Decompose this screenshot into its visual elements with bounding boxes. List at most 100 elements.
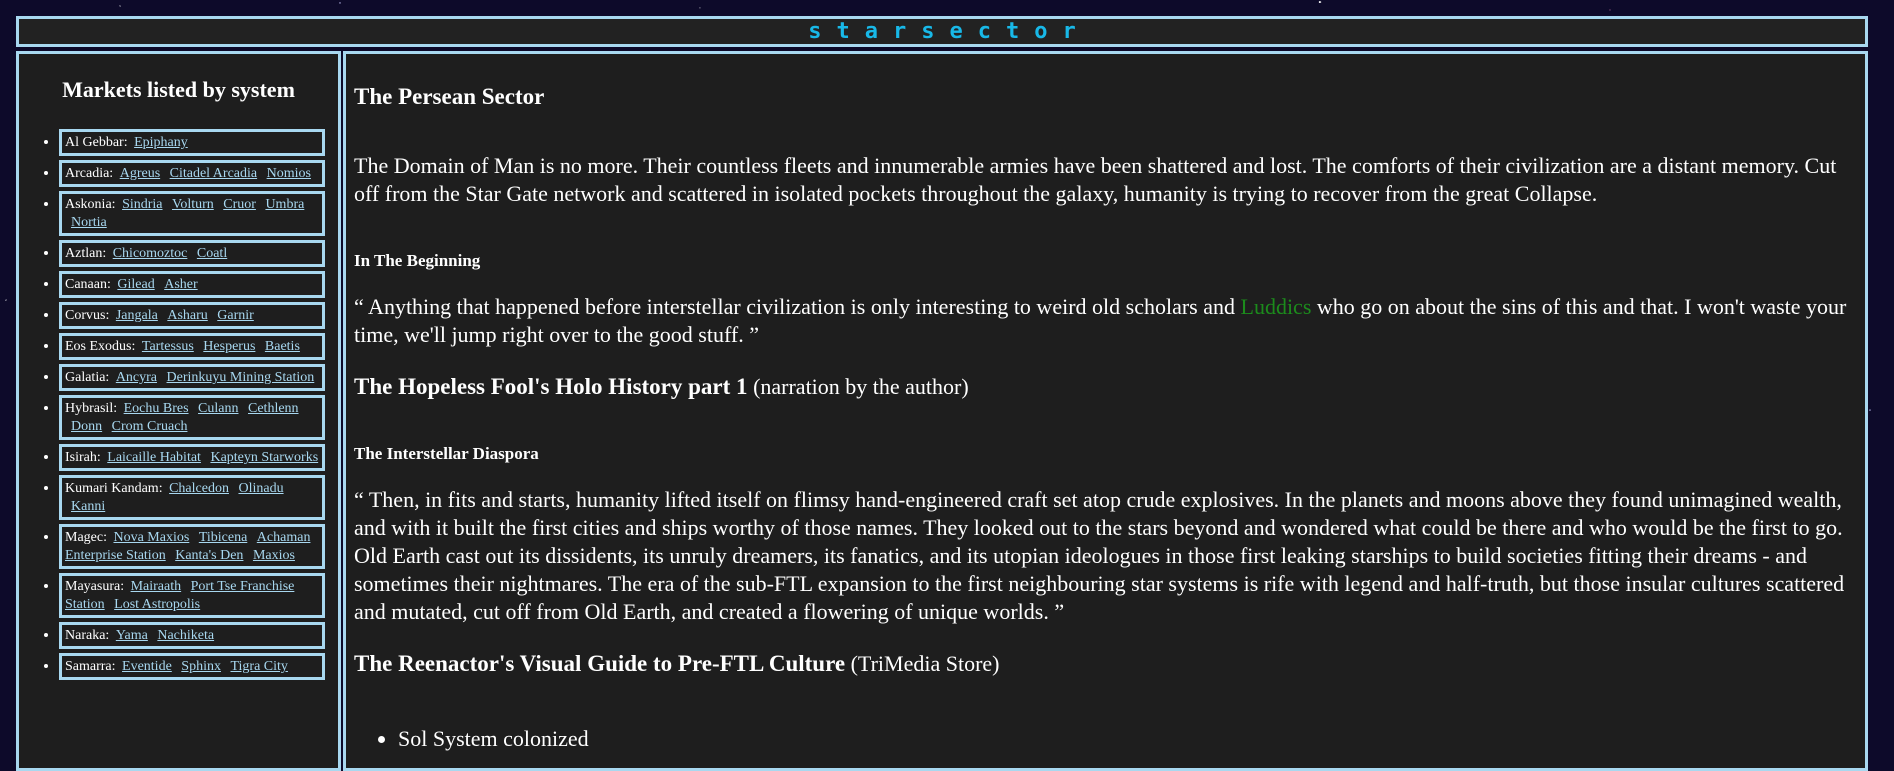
market-link[interactable]: Umbra bbox=[265, 197, 304, 212]
system-list-item: Isirah: Laicaille Habitat Kapteyn Starwo… bbox=[59, 444, 338, 471]
market-link[interactable]: Gilead bbox=[117, 277, 154, 292]
main-content: The Persean Sector The Domain of Man is … bbox=[343, 51, 1868, 771]
market-link[interactable]: Kanni bbox=[71, 499, 105, 514]
system-market-box: Al Gebbar: Epiphany bbox=[59, 129, 325, 156]
market-link[interactable]: Donn bbox=[71, 419, 102, 434]
system-name: Askonia: bbox=[65, 197, 116, 212]
system-market-box: Isirah: Laicaille Habitat Kapteyn Starwo… bbox=[59, 444, 325, 471]
system-market-box: Askonia: Sindria Volturn Cruor Umbra Nor… bbox=[59, 191, 325, 236]
system-list-item: Canaan: Gilead Asher bbox=[59, 271, 338, 298]
system-name: Isirah: bbox=[65, 450, 101, 465]
timeline-item: Sol System colonized bbox=[398, 726, 1853, 752]
system-name: Eos Exodus: bbox=[65, 339, 136, 354]
market-link[interactable]: Epiphany bbox=[134, 135, 188, 150]
system-market-box: Arcadia: Agreus Citadel Arcadia Nomios bbox=[59, 160, 325, 187]
market-link[interactable]: Tibicena bbox=[199, 530, 247, 545]
system-market-box: Eos Exodus: Tartessus Hesperus Baetis bbox=[59, 333, 325, 360]
market-link[interactable]: Kapteyn Starworks bbox=[210, 450, 318, 465]
market-link[interactable]: Derinkuyu Mining Station bbox=[167, 370, 315, 385]
system-name: Samarra: bbox=[65, 659, 116, 674]
market-link[interactable]: Kanta's Den bbox=[175, 548, 243, 563]
system-market-box: Samarra: Eventide Sphinx Tigra City bbox=[59, 653, 325, 680]
section-heading-beginning: In The Beginning bbox=[354, 251, 481, 270]
system-name: Al Gebbar: bbox=[65, 135, 128, 150]
market-link[interactable]: Nachiketa bbox=[157, 628, 214, 643]
market-link[interactable]: Agreus bbox=[120, 166, 160, 181]
quote-source-diaspora: The Reenactor's Visual Guide to Pre-FTL … bbox=[354, 650, 1853, 678]
system-list-item: Hybrasil: Eochu Bres Culann Cethlenn Don… bbox=[59, 395, 338, 440]
market-link[interactable]: Olinadu bbox=[238, 481, 283, 496]
market-link[interactable]: Sphinx bbox=[181, 659, 221, 674]
market-link[interactable]: Ancyra bbox=[116, 370, 157, 385]
market-link[interactable]: Chicomoztoc bbox=[113, 246, 188, 261]
system-list-item: Magec: Nova Maxios Tibicena Achaman Ente… bbox=[59, 524, 338, 569]
market-link[interactable]: Coatl bbox=[197, 246, 227, 261]
system-name: Aztlan: bbox=[65, 246, 107, 261]
market-link[interactable]: Nortia bbox=[71, 215, 107, 230]
market-link[interactable]: Cruor bbox=[223, 197, 256, 212]
sidebar-title: Markets listed by system bbox=[62, 77, 295, 102]
quote-beginning: “ Anything that happened before interste… bbox=[354, 293, 1853, 349]
market-link[interactable]: Nomios bbox=[267, 166, 311, 181]
market-link[interactable]: Maxios bbox=[253, 548, 295, 563]
system-name: Galatia: bbox=[65, 370, 110, 385]
system-name: Arcadia: bbox=[65, 166, 114, 181]
source-title: The Hopeless Fool's Holo History part 1 bbox=[354, 374, 748, 399]
market-link[interactable]: Volturn bbox=[172, 197, 214, 212]
site-header: starsector bbox=[16, 16, 1868, 47]
system-list-item: Aztlan: Chicomoztoc Coatl bbox=[59, 240, 338, 267]
intro-paragraph: The Domain of Man is no more. Their coun… bbox=[354, 153, 1837, 206]
market-link[interactable]: Cethlenn bbox=[248, 401, 299, 416]
system-list-item: Eos Exodus: Tartessus Hesperus Baetis bbox=[59, 333, 338, 360]
system-list-item: Mayasura: Mairaath Port Tse Franchise St… bbox=[59, 573, 338, 618]
system-list-item: Corvus: Jangala Asharu Garnir bbox=[59, 302, 338, 329]
market-link[interactable]: Nova Maxios bbox=[113, 530, 189, 545]
starsector-logo[interactable]: starsector bbox=[808, 19, 1090, 44]
system-list-item: Galatia: Ancyra Derinkuyu Mining Station bbox=[59, 364, 338, 391]
market-link[interactable]: Laicaille Habitat bbox=[107, 450, 201, 465]
system-name: Mayasura: bbox=[65, 579, 125, 594]
system-list-item: Kumari Kandam: Chalcedon Olinadu Kanni bbox=[59, 475, 338, 520]
market-link[interactable]: Baetis bbox=[265, 339, 300, 354]
system-name: Magec: bbox=[65, 530, 107, 545]
market-link[interactable]: Asher bbox=[164, 277, 197, 292]
market-link[interactable]: Garnir bbox=[217, 308, 254, 323]
market-link[interactable]: Chalcedon bbox=[169, 481, 229, 496]
market-link[interactable]: Eochu Bres bbox=[124, 401, 189, 416]
market-link[interactable]: Crom Cruach bbox=[112, 419, 188, 434]
market-link[interactable]: Yama bbox=[116, 628, 148, 643]
market-link[interactable]: Mairaath bbox=[131, 579, 182, 594]
market-link[interactable]: Hesperus bbox=[203, 339, 255, 354]
system-name: Corvus: bbox=[65, 308, 110, 323]
source-title: The Reenactor's Visual Guide to Pre-FTL … bbox=[354, 651, 846, 676]
system-list-item: Arcadia: Agreus Citadel Arcadia Nomios bbox=[59, 160, 338, 187]
source-note: (narration by the author) bbox=[747, 374, 969, 399]
system-list: Al Gebbar: Epiphany Arcadia: Agreus Citad… bbox=[19, 129, 338, 680]
system-market-box: Mayasura: Mairaath Port Tse Franchise St… bbox=[59, 573, 325, 618]
market-link[interactable]: Tigra City bbox=[230, 659, 287, 674]
system-name: Canaan: bbox=[65, 277, 111, 292]
system-market-box: Corvus: Jangala Asharu Garnir bbox=[59, 302, 325, 329]
system-market-box: Kumari Kandam: Chalcedon Olinadu Kanni bbox=[59, 475, 325, 520]
market-link[interactable]: Lost Astropolis bbox=[114, 597, 200, 612]
market-link[interactable]: Asharu bbox=[167, 308, 207, 323]
luddics-link[interactable]: Luddics bbox=[1241, 294, 1312, 319]
system-name: Hybrasil: bbox=[65, 401, 118, 416]
markets-sidebar: Markets listed by system Al Gebbar: Epip… bbox=[16, 51, 341, 771]
system-list-item: Naraka: Yama Nachiketa bbox=[59, 622, 338, 649]
section-heading-diaspora: The Interstellar Diaspora bbox=[354, 444, 539, 463]
market-link[interactable]: Sindria bbox=[122, 197, 162, 212]
system-market-box: Aztlan: Chicomoztoc Coatl bbox=[59, 240, 325, 267]
source-note: (TriMedia Store) bbox=[845, 651, 1000, 676]
system-list-item: Samarra: Eventide Sphinx Tigra City bbox=[59, 653, 338, 680]
market-link[interactable]: Jangala bbox=[116, 308, 158, 323]
system-list-item: Askonia: Sindria Volturn Cruor Umbra Nor… bbox=[59, 191, 338, 236]
market-link[interactable]: Tartessus bbox=[142, 339, 194, 354]
market-link[interactable]: Eventide bbox=[122, 659, 172, 674]
system-market-box: Hybrasil: Eochu Bres Culann Cethlenn Don… bbox=[59, 395, 325, 440]
market-link[interactable]: Culann bbox=[198, 401, 238, 416]
market-link[interactable]: Citadel Arcadia bbox=[170, 166, 257, 181]
timeline-list: Sol System colonized bbox=[354, 726, 1853, 752]
system-name: Kumari Kandam: bbox=[65, 481, 163, 496]
system-market-box: Canaan: Gilead Asher bbox=[59, 271, 325, 298]
